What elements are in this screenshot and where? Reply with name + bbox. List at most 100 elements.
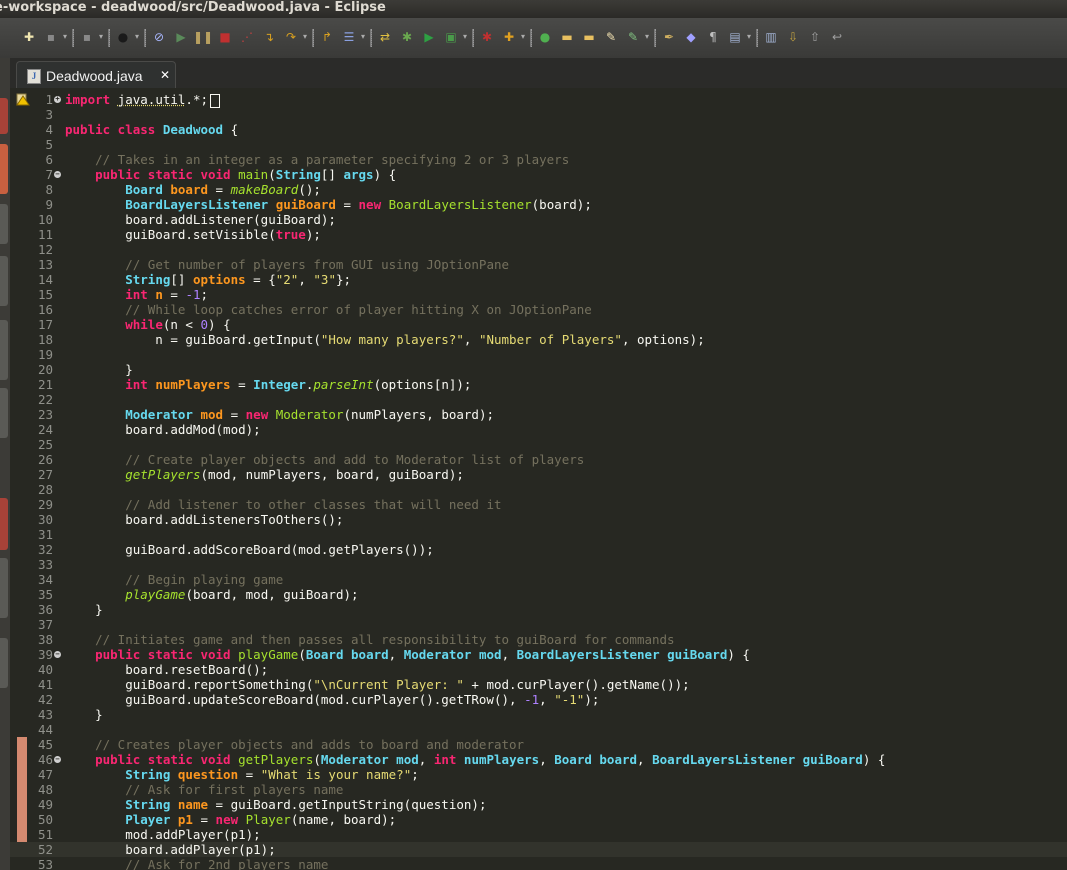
code-line[interactable]: 35 playGame(board, mod, guiBoard); [10, 587, 1067, 602]
last-edit-icon[interactable]: ↩ [828, 28, 846, 46]
code-line[interactable]: 27 getPlayers(mod, numPlayers, board, gu… [10, 467, 1067, 482]
save-icon[interactable]: ▪ [42, 28, 60, 46]
code-line[interactable]: 14 String[] options = {"2", "3"}; [10, 272, 1067, 287]
code-line[interactable]: 12 [10, 242, 1067, 257]
trim-tab-2[interactable] [0, 144, 8, 194]
dropdown-arrow-icon[interactable]: ▾ [301, 30, 309, 44]
code-line[interactable]: 18 n = guiBoard.getInput("How many playe… [10, 332, 1067, 347]
code-line[interactable]: 29 // Add listener to other classes that… [10, 497, 1067, 512]
code-line[interactable]: 23 Moderator mod = new Moderator(numPlay… [10, 407, 1067, 422]
dropdown-arrow-icon[interactable]: ▾ [61, 30, 69, 44]
annotation-icon[interactable]: ✎ [624, 28, 642, 46]
trim-tab-4[interactable] [0, 256, 8, 306]
use-step-filters-icon[interactable]: ⇄ [376, 28, 394, 46]
code-line[interactable]: 26 // Create player objects and add to M… [10, 452, 1067, 467]
code-line[interactable]: 7− public static void main(String[] args… [10, 167, 1067, 182]
team-icon[interactable]: ● [114, 28, 132, 46]
step-over-icon[interactable]: ↷ [282, 28, 300, 46]
prev-annotation-icon[interactable]: ⇧ [806, 28, 824, 46]
code-line[interactable]: 39− public static void playGame(Board bo… [10, 647, 1067, 662]
code-line[interactable]: 22 [10, 392, 1067, 407]
pen-icon[interactable]: ✒ [660, 28, 678, 46]
code-line[interactable]: 3 [10, 107, 1067, 122]
collapse-fold-icon[interactable]: − [54, 756, 61, 763]
code-line[interactable]: 33 [10, 557, 1067, 572]
code-line[interactable]: 21 int numPlayers = Integer.parseInt(opt… [10, 377, 1067, 392]
dropdown-arrow-icon[interactable]: ▾ [745, 30, 753, 44]
dropdown-arrow-icon[interactable]: ▾ [359, 30, 367, 44]
resume-icon[interactable]: ▶ [172, 28, 190, 46]
debug-icon[interactable]: ✱ [398, 28, 416, 46]
code-line[interactable]: 6 // Takes in an integer as a parameter … [10, 152, 1067, 167]
save-all-icon[interactable]: ▪ [78, 28, 96, 46]
code-line[interactable]: 51 mod.addPlayer(p1); [10, 827, 1067, 842]
trim-tab-9[interactable] [0, 638, 8, 688]
code-line[interactable]: 4 public class Deadwood { [10, 122, 1067, 137]
run-icon[interactable]: ▶ [420, 28, 438, 46]
code-line[interactable]: 36 } [10, 602, 1067, 617]
code-line[interactable]: 44 [10, 722, 1067, 737]
code-line[interactable]: 42 guiBoard.updateScoreBoard(mod.curPlay… [10, 692, 1067, 707]
trim-tab-1[interactable] [0, 98, 8, 134]
code-line[interactable]: 38 // Initiates game and then passes all… [10, 632, 1067, 647]
open-type-icon[interactable]: ▬ [580, 28, 598, 46]
code-line[interactable]: 48 // Ask for first players name [10, 782, 1067, 797]
new-icon[interactable]: ✚ [20, 28, 38, 46]
trim-tab-5[interactable] [0, 320, 8, 380]
toggle-mark-icon[interactable]: ◆ [682, 28, 700, 46]
folded-imports-box[interactable] [210, 93, 220, 108]
code-line[interactable]: 15 int n = -1; [10, 287, 1067, 302]
format-icon[interactable]: ▥ [762, 28, 780, 46]
collapse-fold-icon[interactable]: − [54, 651, 61, 658]
tab-deadwood-java[interactable]: J Deadwood.java ✕ [16, 61, 176, 89]
code-line[interactable]: 49 String name = guiBoard.getInputString… [10, 797, 1067, 812]
code-line[interactable]: 41 guiBoard.reportSomething("\nCurrent P… [10, 677, 1067, 692]
collapse-fold-icon[interactable]: − [54, 171, 61, 178]
disconnect-icon[interactable]: ⋰ [238, 28, 256, 46]
code-line[interactable]: 28 [10, 482, 1067, 497]
terminate-icon[interactable]: ■ [216, 28, 234, 46]
code-line[interactable]: 53 // Ask for 2nd players name [10, 857, 1067, 870]
block-selection-icon[interactable]: ▤ [726, 28, 744, 46]
new-class-icon[interactable]: ● [536, 28, 554, 46]
next-annotation-icon[interactable]: ⇩ [784, 28, 802, 46]
code-line[interactable]: 24 board.addMod(mod); [10, 422, 1067, 437]
code-line[interactable]: 13 // Get number of players from GUI usi… [10, 257, 1067, 272]
code-line[interactable]: 19 [10, 347, 1067, 362]
code-line[interactable]: 1 + import java.util.*; [10, 92, 1067, 108]
code-line[interactable]: 9 BoardLayersListener guiBoard = new Boa… [10, 197, 1067, 212]
dropdown-arrow-icon[interactable]: ▾ [643, 30, 651, 44]
code-line[interactable]: 17 while(n < 0) { [10, 317, 1067, 332]
dropdown-arrow-icon[interactable]: ▾ [133, 30, 141, 44]
code-line[interactable]: 34 // Begin playing game [10, 572, 1067, 587]
dropdown-arrow-icon[interactable]: ▾ [97, 30, 105, 44]
trim-tab-7[interactable] [0, 498, 8, 550]
code-line[interactable]: 46− public static void getPlayers(Modera… [10, 752, 1067, 767]
code-line[interactable]: 16 // While loop catches error of player… [10, 302, 1067, 317]
code-editor[interactable]: 1 + import java.util.*; 3 4 public class Dead… [10, 88, 1067, 870]
coverage-icon[interactable]: ▣ [442, 28, 460, 46]
dropdown-arrow-icon[interactable]: ▾ [519, 30, 527, 44]
step-into-icon[interactable]: ↴ [260, 28, 278, 46]
open-folder-icon[interactable]: ▬ [558, 28, 576, 46]
code-line[interactable]: 8 Board board = makeBoard(); [10, 182, 1067, 197]
code-line[interactable]: 32 guiBoard.addScoreBoard(mod.getPlayers… [10, 542, 1067, 557]
drop-to-frame-icon[interactable]: ☰ [340, 28, 358, 46]
code-line[interactable]: 30 board.addListenersToOthers(); [10, 512, 1067, 527]
code-line[interactable]: 45 // Creates player objects and adds to… [10, 737, 1067, 752]
code-line[interactable]: 20 } [10, 362, 1067, 377]
dropdown-arrow-icon[interactable]: ▾ [461, 30, 469, 44]
code-line[interactable]: 11 guiBoard.setVisible(true); [10, 227, 1067, 242]
code-line[interactable]: 25 [10, 437, 1067, 452]
suspend-icon[interactable]: ❚❚ [193, 28, 213, 46]
code-line[interactable]: 52 board.addPlayer(p1); [10, 842, 1067, 857]
code-line[interactable]: 10 board.addListener(guiBoard); [10, 212, 1067, 227]
code-line[interactable]: 47 String question = "What is your name?… [10, 767, 1067, 782]
code-line[interactable]: 43 } [10, 707, 1067, 722]
code-line[interactable]: 50 Player p1 = new Player(name, board); [10, 812, 1067, 827]
trim-tab-8[interactable] [0, 558, 8, 618]
new-java-project-icon[interactable]: ✚ [500, 28, 518, 46]
code-line[interactable]: 5 [10, 137, 1067, 152]
code-line[interactable]: 40 board.resetBoard(); [10, 662, 1067, 677]
skip-breakpoints-icon[interactable]: ⊘ [150, 28, 168, 46]
